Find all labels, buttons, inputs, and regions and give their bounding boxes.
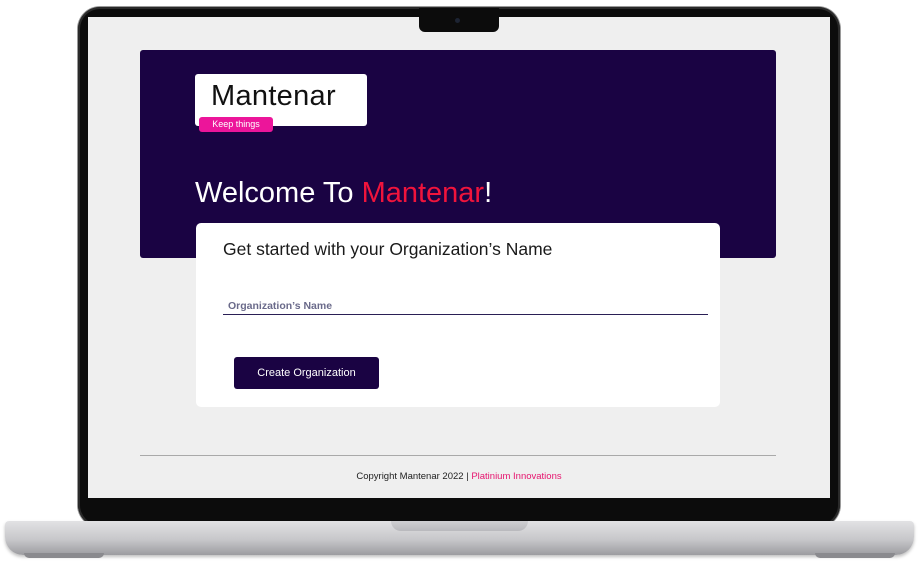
- laptop-base: [5, 521, 914, 555]
- footer: Copyright Mantenar 2022 | Platinium Inno…: [88, 471, 830, 482]
- laptop-foot-left: [24, 553, 104, 558]
- create-organization-card: Get started with your Organization’s Nam…: [196, 223, 720, 407]
- welcome-brand: Mantenar: [361, 177, 485, 209]
- laptop-base-notch: [391, 521, 528, 531]
- app-screen: Mantenar Keep things Welcome To Mantenar…: [88, 17, 830, 498]
- footer-copyright: Copyright Mantenar 2022 |: [356, 471, 472, 482]
- laptop-notch: [419, 8, 499, 32]
- footer-divider: [140, 455, 776, 456]
- laptop-foot-right: [815, 553, 895, 558]
- welcome-prefix: Welcome To: [195, 177, 362, 209]
- camera-icon: [455, 18, 460, 23]
- logo-tagline: Keep things: [199, 117, 273, 132]
- organization-name-input[interactable]: [223, 295, 708, 315]
- footer-company-link[interactable]: Platinium Innovations: [471, 471, 561, 482]
- welcome-suffix: !: [484, 177, 493, 209]
- create-organization-button[interactable]: Create Organization: [234, 357, 379, 389]
- welcome-heading: Welcome To Mantenar!: [195, 177, 492, 210]
- logo-text: Mantenar: [211, 80, 336, 112]
- card-title: Get started with your Organization’s Nam…: [223, 239, 553, 259]
